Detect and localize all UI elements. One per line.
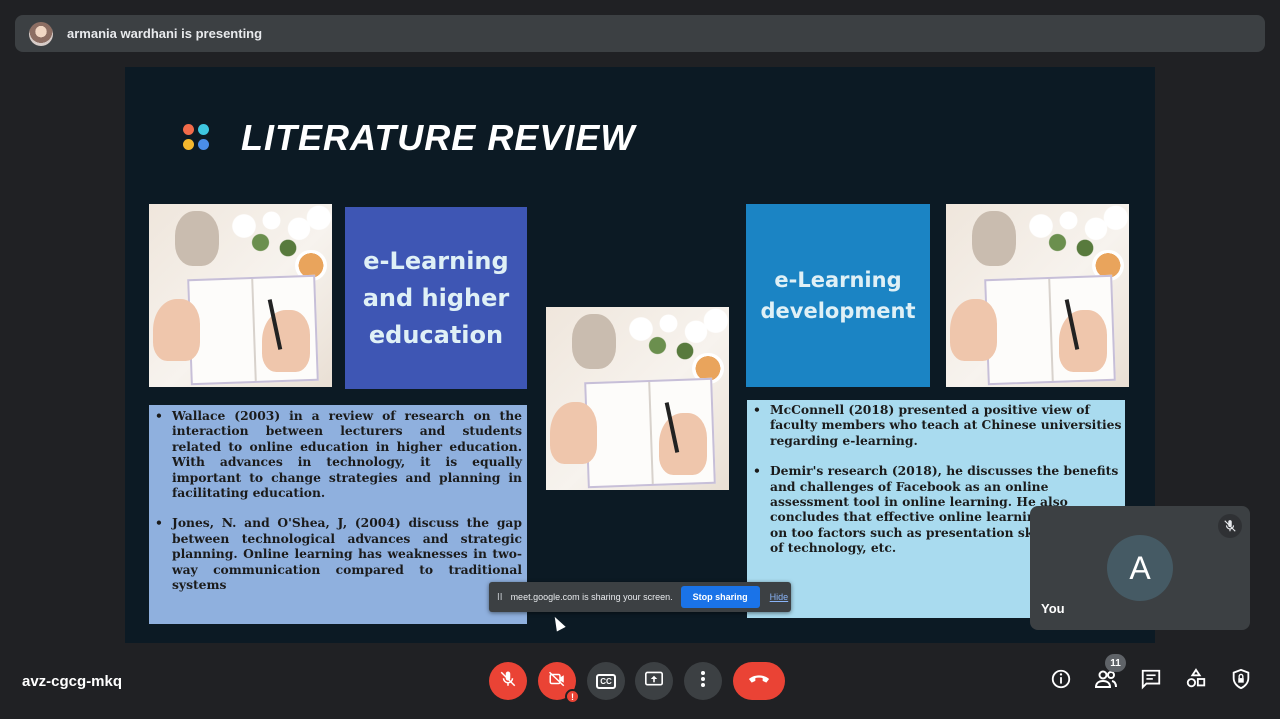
slide-logo-icon xyxy=(183,124,211,152)
share-message: meet.google.com is sharing your screen. xyxy=(510,592,673,602)
journal-photo xyxy=(946,204,1129,387)
tile-line: education xyxy=(368,320,504,349)
info-icon xyxy=(1050,668,1072,695)
camera-off-icon xyxy=(548,670,566,693)
presenter-avatar xyxy=(29,21,53,46)
activities-button[interactable] xyxy=(1183,667,1209,695)
stop-sharing-button[interactable]: Stop sharing xyxy=(680,586,760,608)
more-vert-icon xyxy=(700,670,706,693)
tile-elearning-higher-education: e-Learning and higher education xyxy=(345,207,527,389)
more-options-button[interactable] xyxy=(684,662,722,700)
leave-call-button[interactable] xyxy=(733,662,785,700)
shapes-icon xyxy=(1185,667,1207,695)
presenter-banner: armania wardhani is presenting xyxy=(15,15,1265,52)
tile-line: development xyxy=(760,298,916,323)
list-item: McConnell (2018) presented a positive vi… xyxy=(750,402,1123,448)
meet-window: armania wardhani is presenting LITERATUR… xyxy=(0,0,1280,719)
journal-photo xyxy=(149,204,332,387)
mic-off-icon xyxy=(1218,514,1242,538)
slide-title: LITERATURE REVIEW xyxy=(241,117,636,158)
camera-alert-badge: ! xyxy=(565,689,580,704)
shared-screen-slide: LITERATURE REVIEW e-Learning and higher ed… xyxy=(125,67,1155,643)
drag-handle-icon[interactable]: II xyxy=(497,592,503,603)
meeting-details-button[interactable] xyxy=(1048,668,1074,694)
shield-lock-icon xyxy=(1231,668,1251,695)
camera-toggle-button[interactable]: ! xyxy=(538,662,580,704)
people-icon xyxy=(1094,669,1118,694)
chat-button[interactable] xyxy=(1138,668,1164,694)
captions-button[interactable]: CC xyxy=(587,662,625,700)
hide-link[interactable]: Hide xyxy=(770,592,789,602)
list-item: Jones, N. and O'Shea, J, (2004) discuss … xyxy=(152,515,522,592)
self-name-label: You xyxy=(1041,601,1065,616)
call-end-icon xyxy=(748,672,770,690)
meeting-code: avz-cgcg-mkq xyxy=(22,673,123,690)
captions-icon: CC xyxy=(596,673,616,689)
tile-line: e-Learning xyxy=(774,267,902,292)
tile-line: and higher xyxy=(362,283,510,312)
avatar: A xyxy=(1107,535,1173,601)
tile-line: e-Learning xyxy=(363,246,509,275)
presenter-banner-text: armania wardhani is presenting xyxy=(67,26,263,41)
list-item: Wallace (2003) in a review of research o… xyxy=(152,408,522,500)
tile-elearning-development: e-Learning development xyxy=(746,204,930,387)
present-icon xyxy=(644,670,664,693)
screen-share-notification-bar: II meet.google.com is sharing your scree… xyxy=(489,582,791,612)
left-review-textbox: Wallace (2003) in a review of research o… xyxy=(149,405,527,624)
journal-photo xyxy=(546,307,729,490)
participants-count-badge: 11 xyxy=(1105,654,1126,672)
present-screen-button[interactable] xyxy=(635,662,673,700)
mic-off-icon xyxy=(499,670,517,693)
microphone-toggle-button[interactable] xyxy=(489,662,527,700)
self-view-tile[interactable]: A You xyxy=(1030,506,1250,630)
chat-icon xyxy=(1140,668,1162,695)
host-controls-button[interactable] xyxy=(1228,668,1254,694)
